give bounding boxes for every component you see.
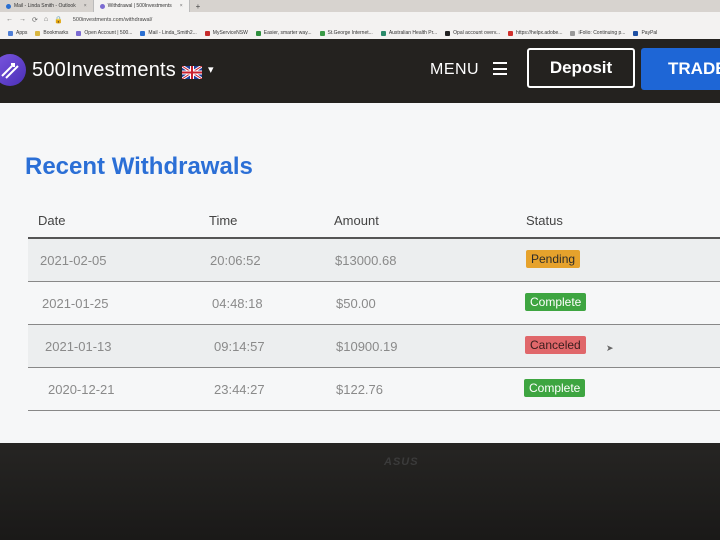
- bank-icon: [319, 30, 325, 36]
- withdrawals-table: Date Time Amount Status 2021-02-05 20:06…: [28, 201, 720, 411]
- brand-name[interactable]: 500Investments: [32, 59, 176, 82]
- date-cell: 2021-01-25: [42, 296, 109, 311]
- bookmark-item[interactable]: Opal account overv...: [445, 30, 500, 36]
- bookmark-icon: [380, 30, 386, 36]
- bookmark-item[interactable]: Australian Health Pr...: [380, 30, 437, 36]
- bookmark-item[interactable]: Apps: [8, 30, 27, 36]
- reload-icon[interactable]: ⟳: [32, 16, 38, 24]
- bookmark-item[interactable]: Bookmarks: [35, 30, 68, 36]
- table-row: 2021-01-25 04:48:18 $50.00 Complete: [28, 282, 720, 325]
- mouse-cursor-icon: ➤: [606, 343, 614, 353]
- close-tab-icon[interactable]: ×: [180, 3, 183, 9]
- table-row: 2021-01-13 09:14:57 $10900.19 Canceled: [28, 325, 720, 368]
- logo-icon[interactable]: [0, 54, 26, 86]
- amount-cell: $122.76: [336, 382, 383, 397]
- status-badge: Pending: [526, 250, 581, 268]
- home-icon[interactable]: ⌂: [44, 16, 48, 23]
- trade-button[interactable]: TRADE: [641, 48, 720, 90]
- new-tab-button[interactable]: +: [190, 2, 207, 11]
- column-header-date: Date: [38, 213, 66, 228]
- hamburger-menu-icon[interactable]: [493, 62, 507, 76]
- amount-cell: $10900.19: [336, 339, 398, 354]
- bookmark-item[interactable]: St.George Internet...: [319, 30, 373, 36]
- date-cell: 2020-12-21: [48, 382, 115, 397]
- amount-cell: $13000.68: [335, 253, 397, 268]
- nsw-icon: [204, 30, 210, 36]
- browser-tab-strip: Mail - Linda Smith - Outlook × Withdrawa…: [0, 0, 720, 12]
- column-header-status: Status: [526, 213, 563, 228]
- date-cell: 2021-01-13: [45, 339, 112, 354]
- bookmark-item[interactable]: Mail - Linda_Smith2...: [140, 30, 197, 36]
- table-body: 2021-02-05 20:06:52 $13000.68 Pending 20…: [28, 239, 720, 411]
- address-bar: ← → ⟳ ⌂ 🔒 500investments.com/withdrawal/: [0, 12, 720, 27]
- outlook-icon: [140, 30, 146, 36]
- column-header-time: Time: [209, 213, 238, 228]
- site-favicon-icon: [99, 3, 105, 9]
- lock-icon: 🔒: [54, 16, 63, 24]
- page-title: Recent Withdrawals: [25, 153, 253, 180]
- deposit-button[interactable]: Deposit: [527, 48, 635, 88]
- status-badge: Canceled: [525, 336, 586, 354]
- time-cell: 04:48:18: [212, 296, 263, 311]
- forward-icon[interactable]: →: [19, 16, 26, 23]
- bookmark-icon: [255, 30, 261, 36]
- time-cell: 23:44:27: [214, 382, 265, 397]
- menu-label[interactable]: MENU: [430, 61, 479, 79]
- tab-label: Withdrawal | 500Investments: [107, 3, 172, 9]
- uk-flag-icon[interactable]: [182, 66, 202, 79]
- main-content: Recent Withdrawals Date Time Amount Stat…: [0, 103, 720, 443]
- bookmark-item[interactable]: iFolio: Continuing p...: [570, 30, 625, 36]
- bookmark-item[interactable]: Open Account | 500...: [76, 30, 132, 36]
- bookmark-icon: [570, 30, 576, 36]
- opal-icon: [445, 30, 451, 36]
- bookmark-icon: [76, 30, 82, 36]
- site-header: 500Investments ▾ MENU Deposit TRADE: [0, 39, 720, 103]
- outlook-icon: [6, 3, 11, 9]
- status-badge: Complete: [525, 293, 587, 311]
- table-header: Date Time Amount Status: [28, 201, 720, 239]
- adobe-icon: [508, 30, 514, 36]
- bookmark-item[interactable]: https://helpx.adobe...: [508, 30, 562, 36]
- browser-tab-withdrawal[interactable]: Withdrawal | 500Investments ×: [93, 0, 190, 12]
- bookmark-item[interactable]: PayPal: [633, 30, 657, 36]
- bookmark-item[interactable]: Easier, smarter way...: [255, 30, 312, 36]
- time-cell: 20:06:52: [210, 253, 261, 268]
- monitor-brand-logo: ASUS: [384, 456, 419, 468]
- paypal-icon: [633, 30, 639, 36]
- language-dropdown-icon[interactable]: ▾: [208, 63, 214, 76]
- logo-arrows-icon: [1, 63, 19, 79]
- url-field[interactable]: 500investments.com/withdrawal/: [73, 17, 152, 23]
- tab-label: Mail - Linda Smith - Outlook: [14, 3, 76, 9]
- close-tab-icon[interactable]: ×: [84, 3, 87, 9]
- apps-icon: [8, 30, 13, 36]
- amount-cell: $50.00: [336, 296, 376, 311]
- monitor-bezel: [0, 443, 720, 540]
- table-row: 2021-02-05 20:06:52 $13000.68 Pending: [28, 239, 720, 282]
- date-cell: 2021-02-05: [40, 253, 107, 268]
- status-badge: Complete: [524, 379, 586, 397]
- star-icon: [35, 30, 41, 36]
- time-cell: 09:14:57: [214, 339, 265, 354]
- back-icon[interactable]: ←: [6, 16, 13, 23]
- browser-tab-mail[interactable]: Mail - Linda Smith - Outlook ×: [0, 0, 94, 12]
- column-header-amount: Amount: [334, 213, 379, 228]
- table-row: 2020-12-21 23:44:27 $122.76 Complete: [28, 368, 720, 411]
- bookmark-item[interactable]: MyServiceNSW: [204, 30, 248, 36]
